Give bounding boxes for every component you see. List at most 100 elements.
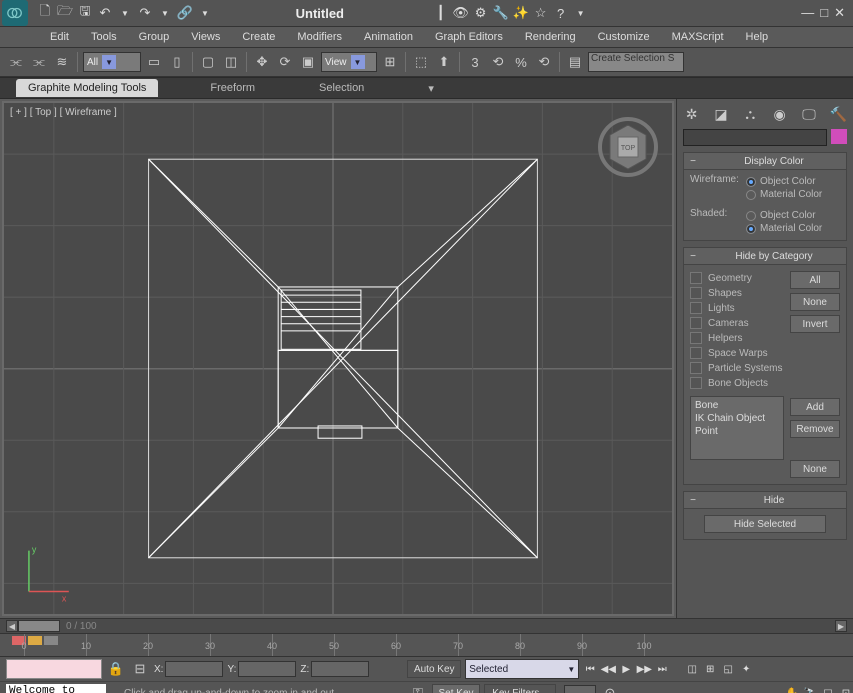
motion-panel-icon[interactable]: ◉ bbox=[769, 103, 791, 125]
btn-add[interactable]: Add bbox=[790, 398, 840, 416]
binoculars-icon[interactable]: 👁 bbox=[452, 4, 470, 22]
lock-icon[interactable]: 🔒 bbox=[106, 659, 126, 679]
create-panel-icon[interactable]: ✲ bbox=[681, 103, 703, 125]
viewcube[interactable]: TOP bbox=[598, 117, 658, 177]
radio-wf-material[interactable] bbox=[746, 190, 756, 200]
menu-group[interactable]: Group bbox=[139, 31, 170, 43]
select-icon[interactable]: ▭ bbox=[144, 52, 164, 72]
minimize-button[interactable]: — bbox=[801, 5, 814, 21]
timeline-left-icon[interactable]: ◀ bbox=[6, 620, 18, 632]
chevron-down-icon[interactable]: ▼ bbox=[116, 4, 134, 22]
y-input[interactable] bbox=[238, 661, 296, 677]
x-input[interactable] bbox=[165, 661, 223, 677]
link-tool-icon[interactable]: ⫘ bbox=[6, 52, 26, 72]
menu-create[interactable]: Create bbox=[242, 31, 275, 43]
tab-freeform[interactable]: Freeform bbox=[198, 79, 267, 97]
refcoord-dropdown[interactable]: View▼ bbox=[321, 52, 377, 72]
named-selection-input[interactable]: Create Selection S bbox=[588, 52, 684, 72]
open-icon[interactable]: 🗁 bbox=[56, 4, 74, 22]
menu-modifiers[interactable]: Modifiers bbox=[297, 31, 342, 43]
wrench-icon[interactable]: 🔧 bbox=[492, 4, 510, 22]
btn-remove[interactable]: Remove bbox=[790, 420, 840, 438]
menu-help[interactable]: Help bbox=[746, 31, 769, 43]
btn-none[interactable]: None bbox=[790, 293, 840, 311]
timeline-right-icon[interactable]: ▶ bbox=[835, 620, 847, 632]
radio-sh-material[interactable] bbox=[746, 224, 756, 234]
timeconfig-icon[interactable]: ⊙ bbox=[600, 683, 620, 693]
prompt-field[interactable]: Welcome to bbox=[6, 684, 106, 693]
rect-select-icon[interactable]: ▢ bbox=[198, 52, 218, 72]
script-listener[interactable] bbox=[6, 659, 102, 679]
chk-helpers[interactable] bbox=[690, 332, 702, 344]
category-list[interactable]: Bone IK Chain Object Point bbox=[690, 396, 784, 460]
undo-icon[interactable]: ↶ bbox=[96, 4, 114, 22]
save-icon[interactable]: 🖫 bbox=[76, 4, 94, 22]
color-swatch[interactable] bbox=[831, 129, 847, 144]
keylock-icon[interactable]: ⊟ bbox=[130, 659, 150, 679]
prev-key-icon[interactable]: ◀◀ bbox=[601, 662, 615, 676]
filter-dropdown[interactable]: All▼ bbox=[83, 52, 141, 72]
nav3-icon[interactable]: ◲ bbox=[821, 686, 835, 693]
time-slider[interactable] bbox=[18, 620, 60, 632]
vp3-icon[interactable]: ◱ bbox=[721, 662, 735, 676]
star-icon[interactable]: ☆ bbox=[532, 4, 550, 22]
track-bar[interactable]: 0102030405060708090100 bbox=[0, 633, 853, 656]
goto-start-icon[interactable]: ⏮ bbox=[583, 662, 597, 676]
nav4-icon[interactable]: ⊡ bbox=[839, 686, 853, 693]
chevron-down-icon[interactable]: ▼ bbox=[156, 4, 174, 22]
keymode-dropdown[interactable]: Selected▼ bbox=[465, 659, 579, 679]
play-icon[interactable]: ▶ bbox=[619, 662, 633, 676]
menu-rendering[interactable]: Rendering bbox=[525, 31, 576, 43]
scale-icon[interactable]: ▣ bbox=[298, 52, 318, 72]
chevron-down-icon[interactable]: ▼ bbox=[572, 4, 590, 22]
menu-animation[interactable]: Animation bbox=[364, 31, 413, 43]
unlink-tool-icon[interactable]: ⫘ bbox=[29, 52, 49, 72]
utilities-panel-icon[interactable]: 🔨 bbox=[827, 103, 849, 125]
goto-end-icon[interactable]: ⏭ bbox=[655, 662, 669, 676]
chk-particles[interactable] bbox=[690, 362, 702, 374]
keyfilters-button[interactable]: Key Filters... bbox=[484, 684, 556, 693]
tab-selection[interactable]: Selection bbox=[307, 79, 376, 97]
close-button[interactable]: ✕ bbox=[834, 5, 845, 21]
wand-icon[interactable]: ✨ bbox=[512, 4, 530, 22]
btn-invert[interactable]: Invert bbox=[790, 315, 840, 333]
timeline[interactable]: ◀ 0 / 100 ▶ bbox=[0, 618, 853, 633]
app-logo[interactable] bbox=[2, 0, 28, 26]
hierarchy-panel-icon[interactable]: ⛬ bbox=[739, 103, 761, 125]
redo-icon[interactable]: ↷ bbox=[136, 4, 154, 22]
namedsel-icon[interactable]: ▤ bbox=[565, 52, 585, 72]
modify-panel-icon[interactable]: ◪ bbox=[710, 103, 732, 125]
nav1-icon[interactable]: ✋ bbox=[785, 686, 799, 693]
pivot-icon[interactable]: ⊞ bbox=[380, 52, 400, 72]
btn-hide-selected[interactable]: Hide Selected bbox=[704, 515, 826, 533]
display-panel-icon[interactable]: 🖵 bbox=[798, 103, 820, 125]
nav2-icon[interactable]: 🔭 bbox=[803, 686, 817, 693]
chk-lights[interactable] bbox=[690, 302, 702, 314]
window-select-icon[interactable]: ◫ bbox=[221, 52, 241, 72]
manip-icon[interactable]: ⬚ bbox=[411, 52, 431, 72]
chk-cameras[interactable] bbox=[690, 317, 702, 329]
menu-views[interactable]: Views bbox=[191, 31, 220, 43]
chk-geometry[interactable] bbox=[690, 272, 702, 284]
chk-shapes[interactable] bbox=[690, 287, 702, 299]
snap3-icon[interactable]: 3 bbox=[465, 52, 485, 72]
z-input[interactable] bbox=[311, 661, 369, 677]
spinner-icon[interactable]: ⟲ bbox=[534, 52, 554, 72]
chk-spacewarps[interactable] bbox=[690, 347, 702, 359]
chevron-down-icon[interactable]: ▼ bbox=[196, 4, 214, 22]
tab-expand-icon[interactable]: ▾ bbox=[416, 79, 446, 98]
radio-wf-object[interactable] bbox=[746, 177, 756, 187]
setkey-button[interactable]: Set Key bbox=[432, 684, 480, 693]
vp4-icon[interactable]: ✦ bbox=[739, 662, 753, 676]
move-icon[interactable]: ✥ bbox=[252, 52, 272, 72]
options-icon[interactable]: ⚙ bbox=[472, 4, 490, 22]
vp2-icon[interactable]: ⊞ bbox=[703, 662, 717, 676]
tab-graphite[interactable]: Graphite Modeling Tools bbox=[16, 79, 158, 97]
help-icon[interactable]: ? bbox=[552, 4, 570, 22]
rotate-icon[interactable]: ⟳ bbox=[275, 52, 295, 72]
select-name-icon[interactable]: ▯ bbox=[167, 52, 187, 72]
rollout-hide[interactable]: −Hide bbox=[684, 492, 846, 509]
vp1-icon[interactable]: ◫ bbox=[685, 662, 699, 676]
snap-percent-icon[interactable]: % bbox=[511, 52, 531, 72]
snap-angle-icon[interactable]: ⟲ bbox=[488, 52, 508, 72]
